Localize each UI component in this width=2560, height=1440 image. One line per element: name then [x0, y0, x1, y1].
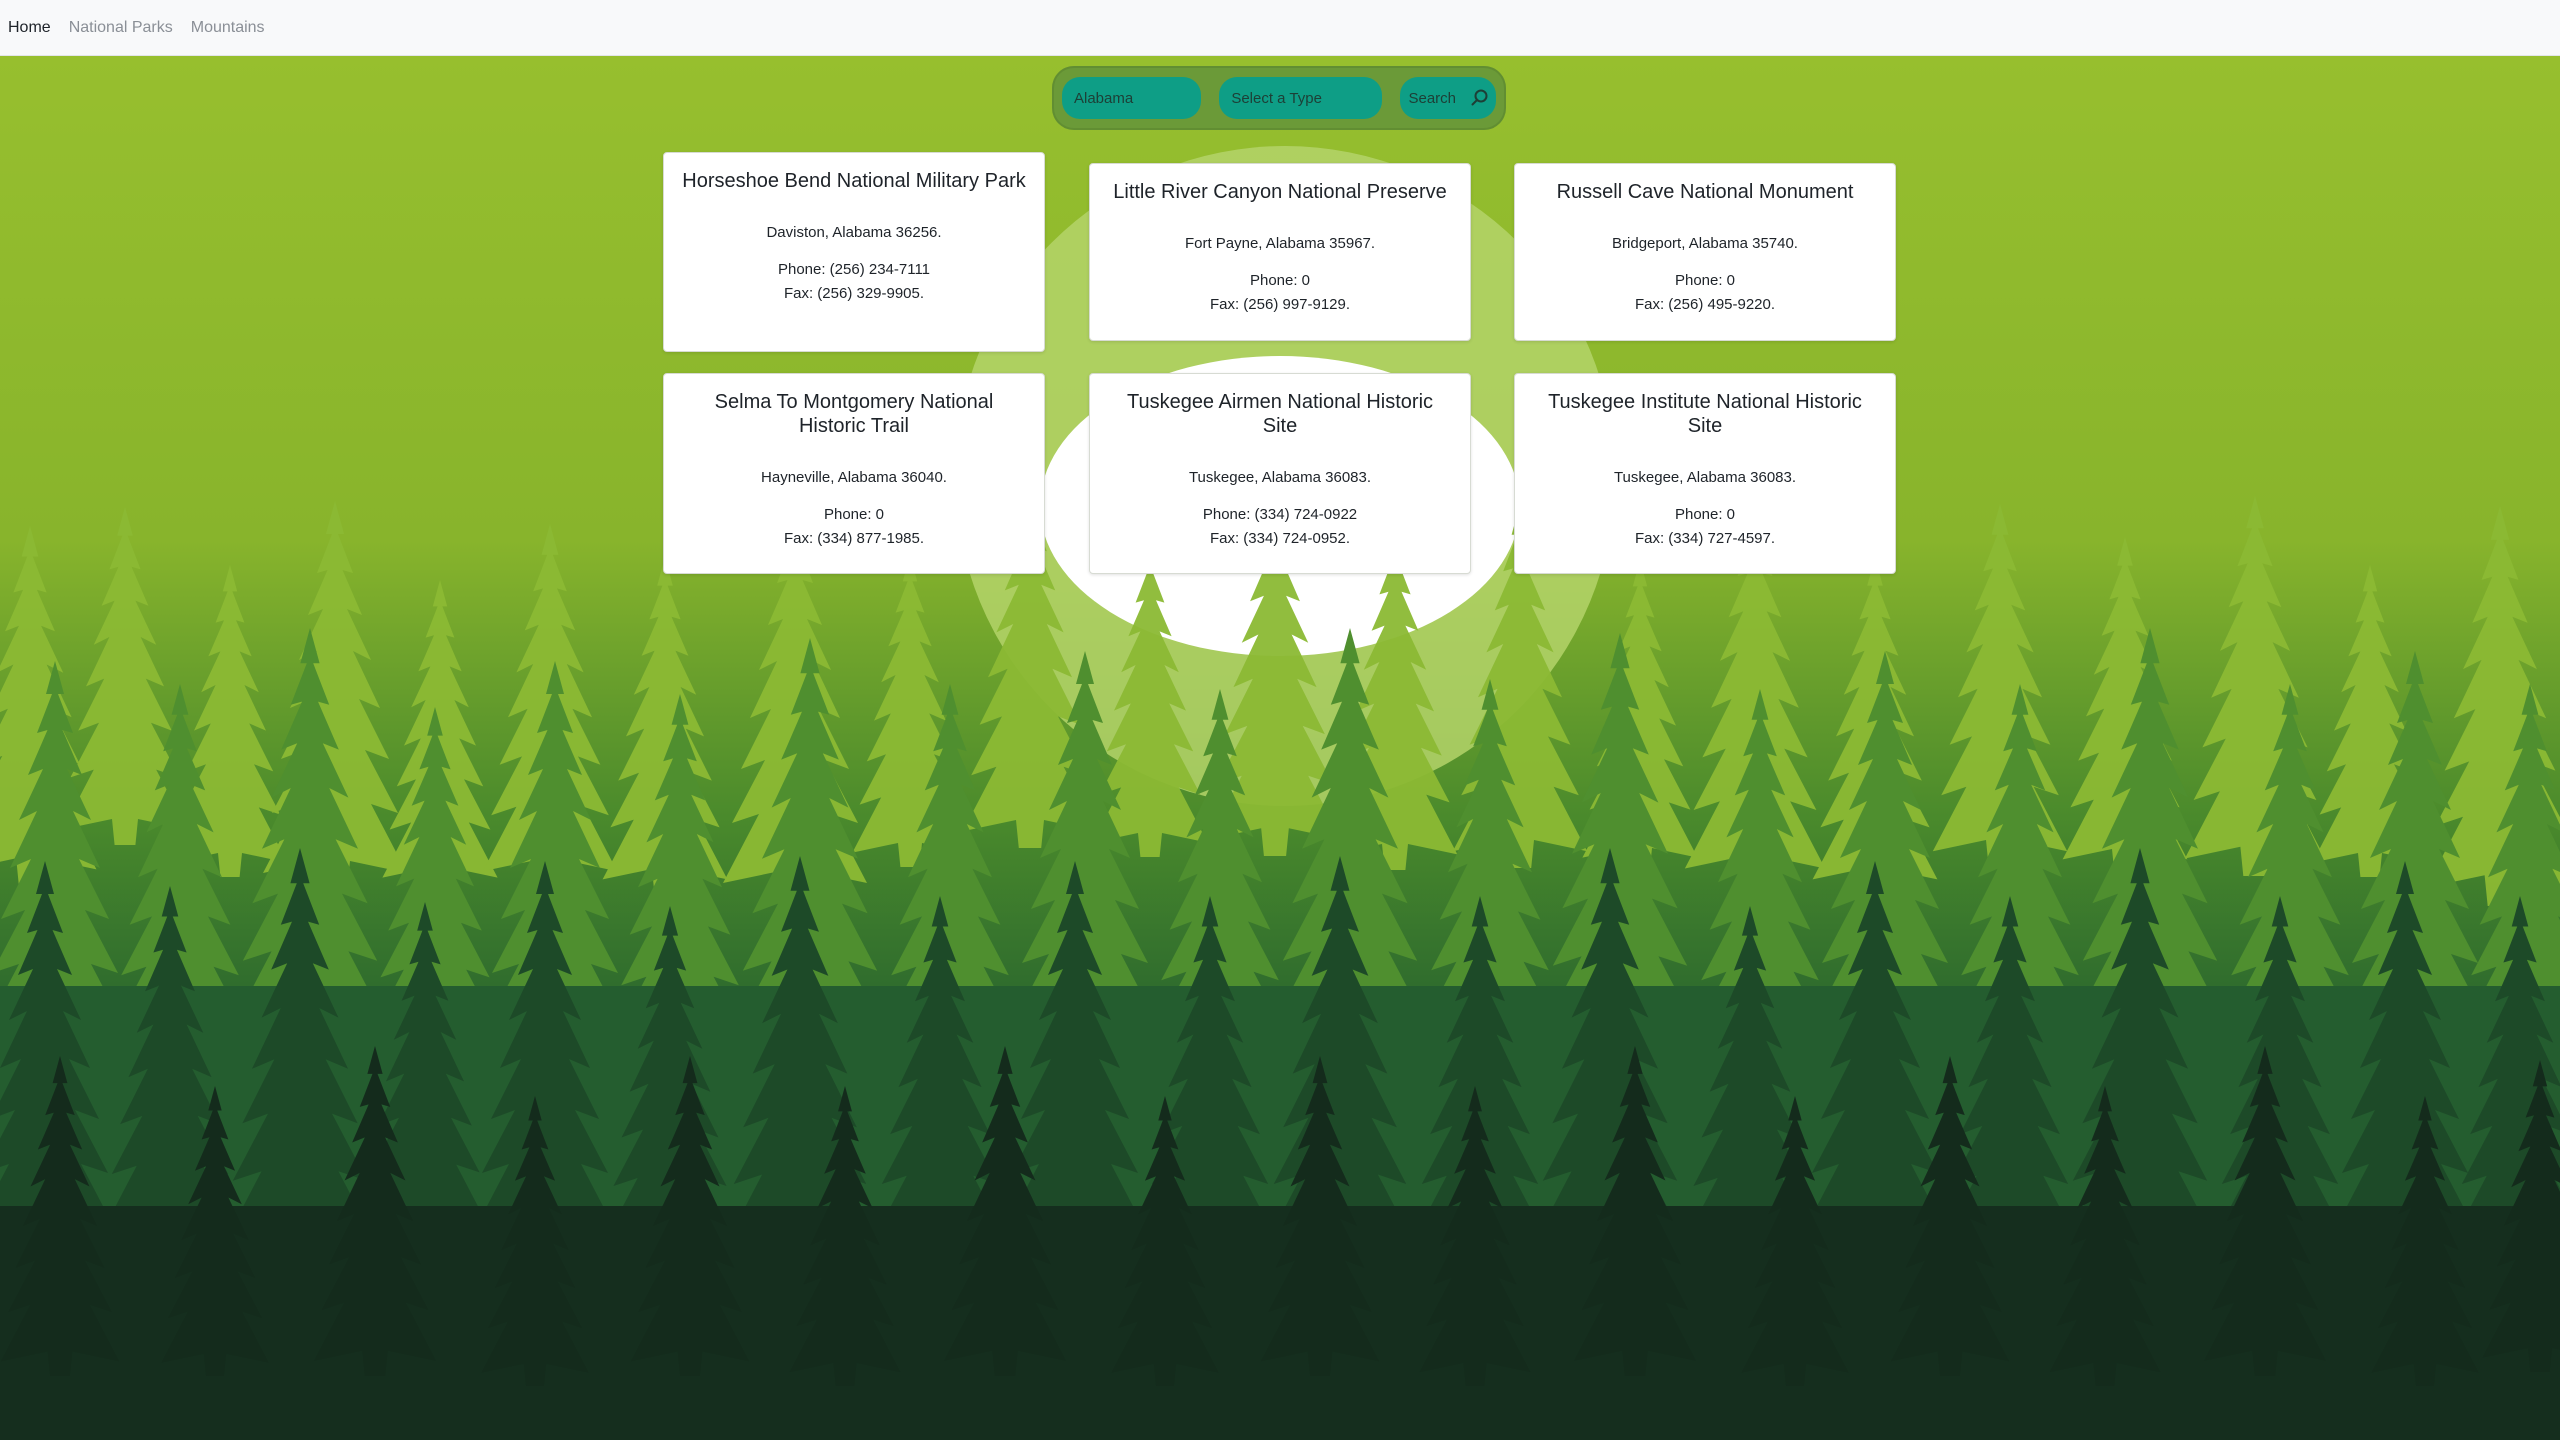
nav-link-national-parks[interactable]: National Parks: [69, 19, 173, 37]
park-fax: Fax: (256) 495-9220.: [1634, 296, 1776, 313]
park-name: Tuskegee Institute National Historic Sit…: [1548, 391, 1862, 437]
park-card[interactable]: Little River Canyon National Preserve Fo…: [1089, 163, 1471, 341]
park-name: Russell Cave National Monument: [1556, 181, 1854, 203]
search-icon: [1470, 88, 1490, 108]
park-name: Tuskegee Airmen National Historic Site: [1126, 391, 1434, 437]
park-card[interactable]: Tuskegee Airmen National Historic Site T…: [1089, 373, 1471, 574]
nav-link-mountains[interactable]: Mountains: [191, 19, 265, 37]
park-name: Little River Canyon National Preserve: [1113, 181, 1447, 203]
park-address: Fort Payne, Alabama 35967.: [1184, 235, 1376, 252]
type-select-placeholder: Select a Type: [1231, 89, 1322, 107]
park-fax: Fax: (256) 329-9905.: [783, 285, 925, 302]
park-fax: Fax: (334) 724-0952.: [1209, 530, 1351, 547]
nav-link-home[interactable]: Home: [8, 19, 51, 37]
park-address: Tuskegee, Alabama 36083.: [1613, 469, 1797, 486]
park-phone: Phone: (334) 724-0922: [1202, 506, 1358, 523]
search-bar: Alabama Select a Type Search: [1052, 66, 1506, 130]
park-name: Horseshoe Bend National Military Park: [682, 170, 1026, 192]
park-card[interactable]: Russell Cave National Monument Bridgepor…: [1514, 163, 1896, 341]
park-card[interactable]: Tuskegee Institute National Historic Sit…: [1514, 373, 1896, 574]
state-select-value: Alabama: [1074, 89, 1134, 107]
park-address: Tuskegee, Alabama 36083.: [1188, 469, 1372, 486]
park-card[interactable]: Horseshoe Bend National Military Park Da…: [663, 152, 1045, 352]
state-select[interactable]: Alabama: [1062, 77, 1202, 119]
park-phone: Phone: 0: [1674, 272, 1736, 289]
top-navbar: Home National Parks Mountains: [0, 0, 2560, 56]
park-address: Hayneville, Alabama 36040.: [761, 469, 947, 486]
park-name: Selma To Montgomery National Historic Tr…: [714, 391, 994, 437]
park-fax: Fax: (334) 877-1985.: [783, 530, 925, 547]
park-fax: Fax: (334) 727-4597.: [1634, 530, 1776, 547]
park-phone: Phone: (256) 234-7111: [777, 261, 931, 278]
park-card[interactable]: Selma To Montgomery National Historic Tr…: [663, 373, 1045, 574]
search-button[interactable]: Search: [1400, 77, 1496, 119]
park-phone: Phone: 0: [1674, 506, 1736, 523]
park-phone: Phone: 0: [823, 506, 885, 523]
park-address: Bridgeport, Alabama 35740.: [1612, 235, 1798, 252]
park-address: Daviston, Alabama 36256.: [766, 224, 942, 241]
type-select[interactable]: Select a Type: [1219, 77, 1383, 119]
search-button-label: Search: [1408, 89, 1457, 107]
park-fax: Fax: (256) 997-9129.: [1209, 296, 1351, 313]
park-phone: Phone: 0: [1249, 272, 1311, 289]
